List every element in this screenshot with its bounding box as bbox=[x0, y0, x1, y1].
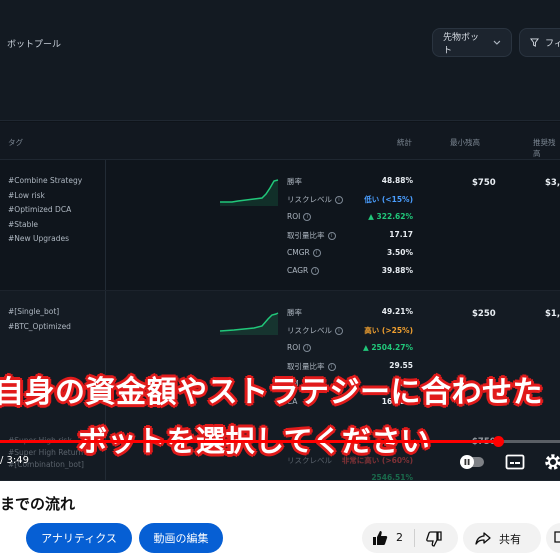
tag: #Optimized DCA bbox=[8, 205, 72, 214]
tag-list: #Combine Strategy #Low risk #Optimized D… bbox=[8, 174, 82, 247]
stat-value: 49.21% bbox=[381, 307, 413, 316]
recommended-balance: $3, bbox=[545, 178, 560, 188]
col-tag: タグ bbox=[8, 138, 23, 147]
tag: #Stable bbox=[8, 219, 39, 229]
info-icon[interactable]: i bbox=[303, 344, 312, 352]
info-icon[interactable]: i bbox=[327, 232, 336, 240]
stat-value: 2546.51% bbox=[371, 473, 413, 481]
table-row[interactable]: #Combine Strategy #Low risk #Optimized D… bbox=[0, 160, 560, 291]
thumbs-down-icon[interactable] bbox=[426, 531, 442, 547]
roi-sparkline bbox=[219, 312, 279, 335]
stat-key: 勝率 bbox=[287, 177, 302, 186]
app-header: ボットプール 先物ボット フィ bbox=[0, 0, 560, 121]
share-button[interactable]: 共有 bbox=[463, 523, 541, 553]
thumbs-up-icon[interactable] bbox=[372, 530, 388, 546]
progress-fill bbox=[0, 440, 499, 443]
tag-list: #[Single_bot] #BTC_Optimized bbox=[8, 305, 71, 334]
tag: #Low risk bbox=[8, 190, 45, 200]
page-title: ボットプール bbox=[7, 40, 62, 50]
info-icon[interactable]: i bbox=[335, 196, 343, 204]
progress-bar[interactable] bbox=[0, 436, 560, 447]
stat-key: 取引量比率 bbox=[287, 231, 325, 240]
bot-type-dropdown[interactable]: 先物ボット bbox=[432, 28, 512, 57]
tag: #[Single_bot] bbox=[8, 307, 60, 316]
like-count: 2 bbox=[396, 531, 403, 544]
stat-value: 高い (>25%) bbox=[364, 326, 413, 335]
min-balance: $750 bbox=[472, 178, 496, 188]
filter-label: フィ bbox=[545, 39, 560, 49]
stat-value: 3.50% bbox=[386, 248, 413, 257]
time-display: / 3:49 bbox=[0, 455, 30, 466]
clip-icon bbox=[554, 531, 560, 543]
col-stats: 統計 bbox=[397, 138, 412, 147]
settings-gear-icon[interactable] bbox=[543, 452, 560, 472]
bot-type-label: 先物ボット bbox=[443, 32, 480, 56]
roi-sparkline bbox=[220, 179, 279, 206]
stat-key: リスクレベル bbox=[287, 326, 332, 335]
stat-key: CAGR bbox=[287, 266, 309, 275]
chevron-down-icon bbox=[493, 40, 501, 45]
autoplay-toggle-icon[interactable] bbox=[458, 452, 486, 472]
min-balance: $250 bbox=[472, 309, 496, 319]
stat-value: ▲ 2504.27% bbox=[362, 343, 413, 352]
tag: #New Upgrades bbox=[8, 234, 69, 243]
video-player[interactable]: ボットプール 先物ボット フィ タグ 統計 最小残高 推奨残高 #Combine… bbox=[0, 0, 560, 481]
info-icon[interactable]: i bbox=[312, 249, 321, 257]
col-recommended: 推奨残高 bbox=[533, 138, 556, 158]
stat-key: ROI bbox=[287, 212, 301, 221]
stat-key: ROI bbox=[287, 343, 301, 352]
recommended-balance: $1, bbox=[545, 309, 560, 319]
info-icon[interactable]: i bbox=[311, 267, 320, 275]
subtitle-line: ボットを選択してください bbox=[78, 424, 431, 458]
stat-value: ▲ 322.62% bbox=[368, 212, 413, 221]
tag: #BTC_Optimized bbox=[8, 321, 71, 331]
analytics-button[interactable]: アナリティクス bbox=[26, 523, 132, 553]
subtitle-line: 自身の資金額やストラテジーに合わせた bbox=[0, 375, 543, 410]
stat-key: CMGR bbox=[287, 248, 310, 257]
edit-video-button[interactable]: 動画の編集 bbox=[139, 523, 223, 553]
video-title: までの流れ bbox=[0, 495, 76, 513]
stats-list: 勝率 48.88% リスクレベル i 低い (<15%) ROI i ▲ 322.62% … bbox=[287, 176, 413, 284]
stat-value: 低い (<15%) bbox=[364, 195, 413, 204]
stat-value: 17.17 bbox=[389, 230, 413, 239]
share-label: 共有 bbox=[499, 533, 521, 546]
column-divider bbox=[105, 160, 106, 290]
subtitles-icon[interactable] bbox=[505, 452, 525, 472]
stat-value: 39.88% bbox=[381, 266, 413, 275]
filter-button[interactable]: フィ bbox=[519, 28, 560, 57]
filter-icon bbox=[530, 38, 539, 47]
stat-key: 勝率 bbox=[287, 308, 302, 317]
share-arrow-icon bbox=[475, 532, 491, 545]
table-header: タグ 統計 最小残高 推奨残高 bbox=[0, 122, 560, 160]
stat-value: 48.88% bbox=[381, 176, 413, 185]
divider bbox=[414, 529, 415, 547]
stat-key: リスクレベル bbox=[287, 195, 332, 204]
like-dislike-bar: 2 bbox=[362, 523, 458, 553]
info-icon[interactable]: i bbox=[335, 327, 343, 335]
col-min-balance: 最小残高 bbox=[450, 138, 480, 147]
tag: #Combine Strategy bbox=[8, 176, 83, 185]
more-actions-button[interactable] bbox=[546, 523, 560, 553]
info-icon[interactable]: i bbox=[303, 213, 312, 221]
